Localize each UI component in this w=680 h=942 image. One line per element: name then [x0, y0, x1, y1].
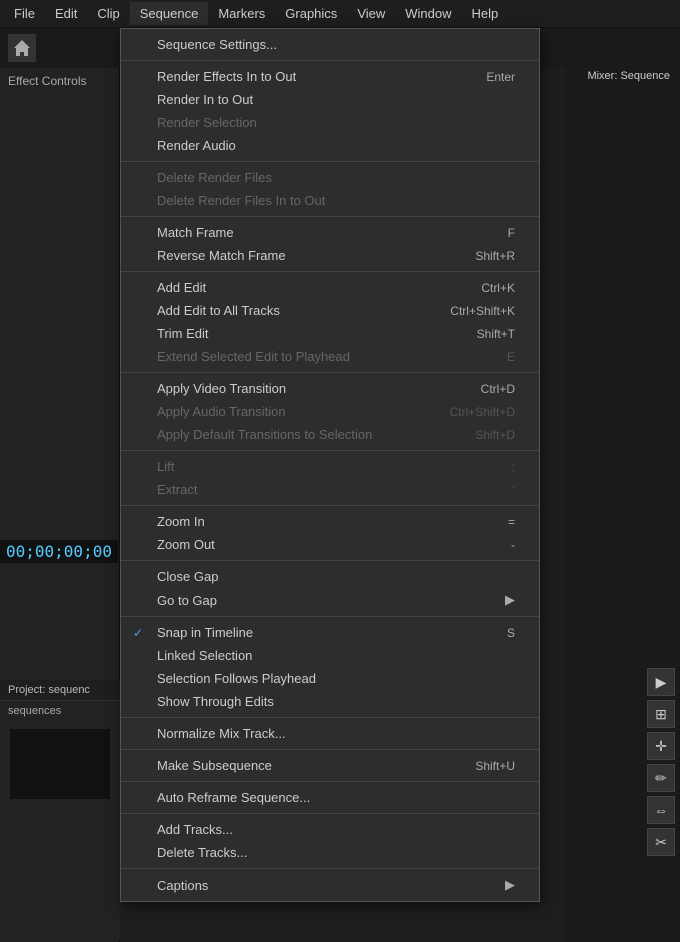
- menu-sep-8: [121, 560, 539, 561]
- tool-razor[interactable]: ✂: [647, 828, 675, 856]
- menu-linked-selection[interactable]: Linked Selection: [121, 644, 539, 667]
- menu-apply-audio-trans[interactable]: Apply Audio Transition Ctrl+Shift+D: [121, 400, 539, 423]
- menu-window[interactable]: Window: [395, 2, 461, 25]
- menu-go-to-gap[interactable]: Go to Gap ▶: [121, 588, 539, 612]
- tool-pen[interactable]: ✏: [647, 764, 675, 792]
- menu-view[interactable]: View: [347, 2, 395, 25]
- menu-add-edit[interactable]: Add Edit Ctrl+K: [121, 276, 539, 299]
- media-thumbnail: [10, 729, 110, 799]
- menu-lift[interactable]: Lift ;: [121, 455, 539, 478]
- project-label: Project: sequenc: [0, 680, 120, 701]
- sequences-label: sequences: [0, 701, 120, 721]
- menu-auto-reframe[interactable]: Auto Reframe Sequence...: [121, 786, 539, 809]
- menu-extend-edit[interactable]: Extend Selected Edit to Playhead E: [121, 345, 539, 368]
- menu-sep-2: [121, 161, 539, 162]
- right-panel: ▶ ⊞ ✛ ✏ ⇔ ✂: [565, 28, 680, 942]
- menu-sep-13: [121, 813, 539, 814]
- menu-close-gap[interactable]: Close Gap: [121, 565, 539, 588]
- menu-sep-10: [121, 717, 539, 718]
- menu-zoom-out[interactable]: Zoom Out -: [121, 533, 539, 556]
- menu-delete-tracks[interactable]: Delete Tracks...: [121, 841, 539, 864]
- menu-sep-3: [121, 216, 539, 217]
- menu-render-in-out[interactable]: Render In to Out: [121, 88, 539, 111]
- menu-normalize-mix[interactable]: Normalize Mix Track...: [121, 722, 539, 745]
- menu-graphics[interactable]: Graphics: [275, 2, 347, 25]
- menu-apply-default-trans[interactable]: Apply Default Transitions to Selection S…: [121, 423, 539, 446]
- menu-match-frame[interactable]: Match Frame F: [121, 221, 539, 244]
- mixer-label: Mixer: Sequence: [587, 70, 670, 82]
- menu-add-tracks[interactable]: Add Tracks...: [121, 818, 539, 841]
- menu-zoom-in[interactable]: Zoom In =: [121, 510, 539, 533]
- menu-clip[interactable]: Clip: [87, 2, 129, 25]
- tool-buttons: ▶ ⊞ ✛ ✏ ⇔ ✂: [647, 668, 675, 856]
- menubar: File Edit Clip Sequence Markers Graphics…: [0, 0, 680, 28]
- menu-sep-7: [121, 505, 539, 506]
- menu-reverse-match[interactable]: Reverse Match Frame Shift+R: [121, 244, 539, 267]
- menu-markers[interactable]: Markers: [208, 2, 275, 25]
- menu-sequence-settings[interactable]: Sequence Settings...: [121, 33, 539, 56]
- menu-render-effects[interactable]: Render Effects In to Out Enter: [121, 65, 539, 88]
- effect-controls-panel: Effect Controls: [0, 68, 120, 94]
- tool-ripple[interactable]: ⊞: [647, 700, 675, 728]
- captions-arrow: ▶: [505, 877, 523, 893]
- snap-checkmark: ✓: [133, 626, 143, 640]
- menu-show-through-edits[interactable]: Show Through Edits: [121, 690, 539, 713]
- menu-add-edit-all[interactable]: Add Edit to All Tracks Ctrl+Shift+K: [121, 299, 539, 322]
- sequence-dropdown-menu: Sequence Settings... Render Effects In t…: [120, 28, 540, 902]
- menu-make-subseq[interactable]: Make Subsequence Shift+U: [121, 754, 539, 777]
- tool-slip[interactable]: ⇔: [647, 796, 675, 824]
- menu-sep-1: [121, 60, 539, 61]
- timecode: 00;00;00;00: [0, 540, 118, 563]
- menu-trim-edit[interactable]: Trim Edit Shift+T: [121, 322, 539, 345]
- menu-file[interactable]: File: [4, 2, 45, 25]
- menu-delete-render-in-out[interactable]: Delete Render Files In to Out: [121, 189, 539, 212]
- menu-render-selection[interactable]: Render Selection: [121, 111, 539, 134]
- menu-sep-6: [121, 450, 539, 451]
- menu-sep-4: [121, 271, 539, 272]
- menu-snap-in-timeline[interactable]: ✓ Snap in Timeline S: [121, 621, 539, 644]
- menu-captions[interactable]: Captions ▶: [121, 873, 539, 897]
- tool-select[interactable]: ▶: [647, 668, 675, 696]
- go-to-gap-arrow: ▶: [505, 592, 523, 608]
- menu-selection-follows[interactable]: Selection Follows Playhead: [121, 667, 539, 690]
- menu-help[interactable]: Help: [462, 2, 509, 25]
- menu-sequence[interactable]: Sequence: [130, 2, 209, 25]
- menu-sep-14: [121, 868, 539, 869]
- menu-extract[interactable]: Extract ': [121, 478, 539, 501]
- tool-move[interactable]: ✛: [647, 732, 675, 760]
- menu-delete-render[interactable]: Delete Render Files: [121, 166, 539, 189]
- menu-sep-11: [121, 749, 539, 750]
- menu-apply-video-trans[interactable]: Apply Video Transition Ctrl+D: [121, 377, 539, 400]
- menu-sep-12: [121, 781, 539, 782]
- menu-edit[interactable]: Edit: [45, 2, 87, 25]
- menu-render-audio[interactable]: Render Audio: [121, 134, 539, 157]
- project-panel: Project: sequenc sequences: [0, 680, 120, 940]
- home-icon: [8, 34, 36, 62]
- menu-sep-5: [121, 372, 539, 373]
- menu-sep-9: [121, 616, 539, 617]
